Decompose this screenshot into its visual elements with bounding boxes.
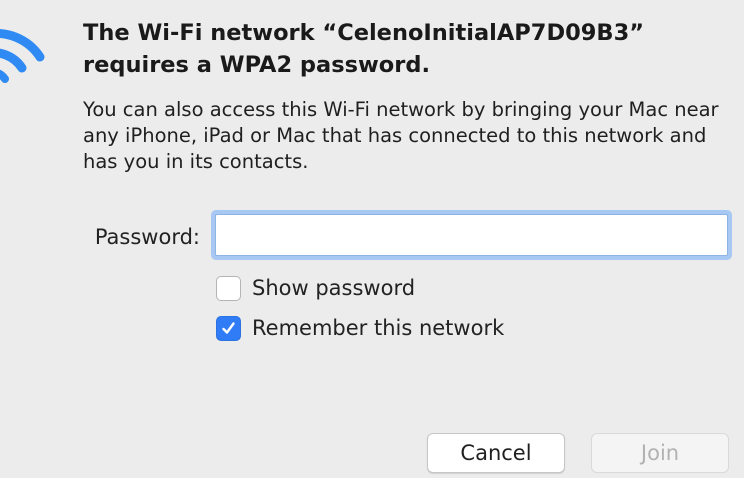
remember-network-label: Remember this network xyxy=(252,316,505,340)
dialog-description: You can also access this Wi-Fi network b… xyxy=(83,98,719,173)
password-label: Password: xyxy=(94,225,200,249)
remember-network-checkbox[interactable] xyxy=(216,315,241,341)
wifi-icon xyxy=(0,29,45,83)
checkmark-icon xyxy=(222,321,235,334)
password-field-focus-ring xyxy=(211,210,732,260)
cancel-button[interactable]: Cancel xyxy=(427,433,565,473)
dialog-title: The Wi-Fi network “CelenoInitialAP7D09B3… xyxy=(83,20,645,78)
show-password-option[interactable]: Show password xyxy=(216,273,415,303)
password-input[interactable] xyxy=(215,214,728,256)
join-button[interactable]: Join xyxy=(591,433,729,473)
remember-network-option[interactable]: Remember this network xyxy=(216,313,504,343)
show-password-checkbox[interactable] xyxy=(216,275,241,301)
show-password-label: Show password xyxy=(252,276,416,300)
